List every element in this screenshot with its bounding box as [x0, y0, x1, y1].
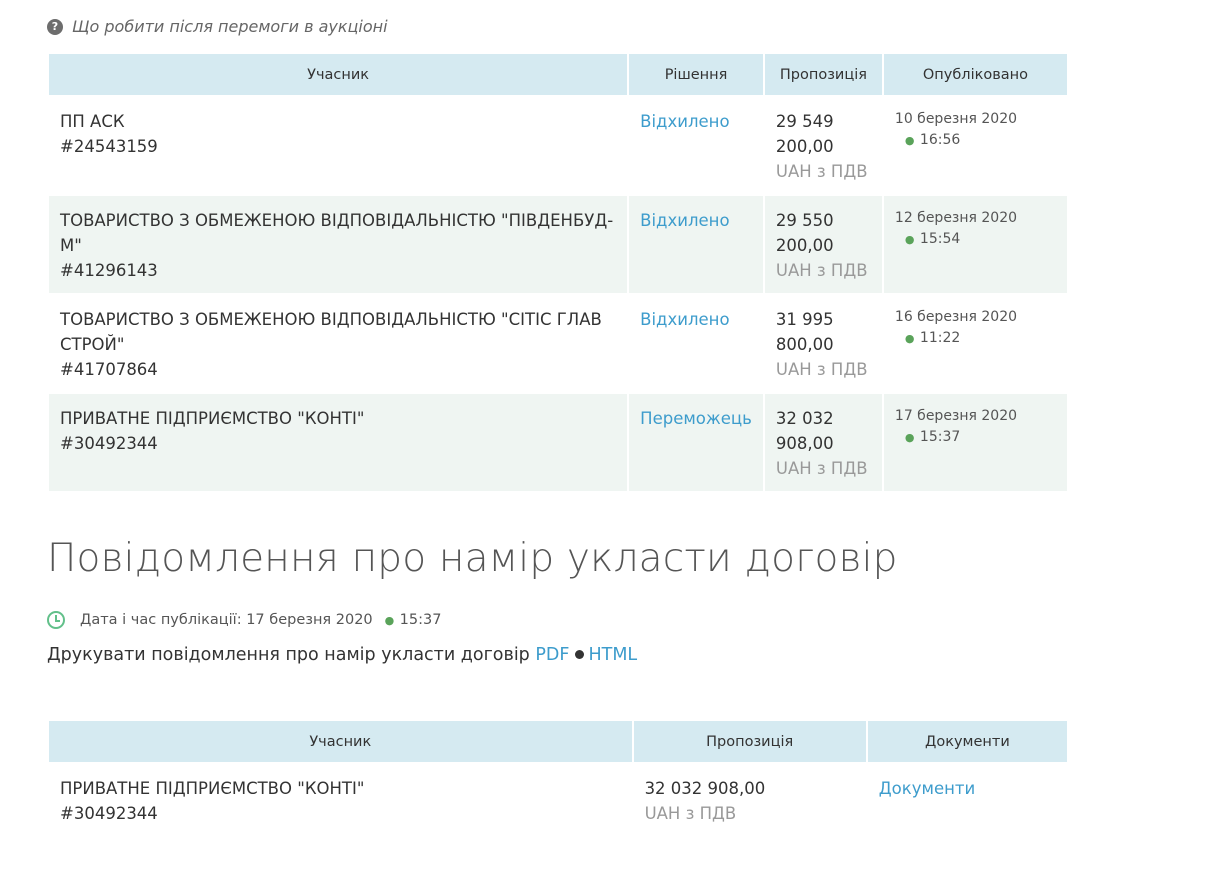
participant-id: #30492344 — [60, 804, 158, 823]
published-date: 17 березня 2020 — [894, 408, 1018, 424]
print-notice-line: Друкувати повідомлення про намір укласти… — [47, 645, 637, 665]
published-date: 10 березня 2020 — [894, 111, 1018, 127]
published-time: 15:37 — [919, 429, 961, 445]
clock-icon — [47, 611, 65, 629]
col-header-participant: Учасник — [49, 721, 632, 762]
offer-currency: UAH з ПДВ — [775, 360, 868, 379]
offer-currency: UAH з ПДВ — [775, 162, 868, 181]
contract-table: Учасник Пропозиція Документи ПРИВАТНЕ ПІ… — [47, 719, 1069, 838]
offer-amount: 32 032 908,00 — [644, 779, 766, 798]
question-circle-icon: ? — [47, 18, 63, 35]
bids-header-row: Учасник Рішення Пропозиція Опубліковано — [49, 54, 1067, 95]
table-row: ТОВАРИСТВО З ОБМЕЖЕНОЮ ВІДПОВІДАЛЬНІСТЮ … — [49, 196, 1067, 293]
html-link[interactable]: HTML — [588, 645, 637, 665]
separator-dot-icon — [575, 649, 585, 659]
participant-id: #41296143 — [60, 261, 158, 280]
published-time: 15:54 — [919, 231, 961, 247]
offer-currency: UAH з ПДВ — [775, 459, 868, 478]
table-row: ТОВАРИСТВО З ОБМЕЖЕНОЮ ВІДПОВІДАЛЬНІСТЮ … — [49, 295, 1067, 392]
col-header-decision: Рішення — [629, 54, 763, 95]
offer-amount-1: 31 995 — [775, 310, 834, 329]
published-time: 11:22 — [919, 330, 961, 346]
participant-name: ТОВАРИСТВО З ОБМЕЖЕНОЮ ВІДПОВІДАЛЬНІСТЮ … — [60, 310, 602, 354]
participant-name: ПРИВАТНЕ ПІДПРИЄМСТВО "КОНТІ" — [60, 409, 365, 428]
col-header-published: Опубліковано — [883, 54, 1067, 95]
table-row: ПРИВАТНЕ ПІДПРИЄМСТВО "КОНТІ" #30492344 3… — [49, 764, 1067, 836]
offer-currency: UAH з ПДВ — [644, 804, 737, 823]
publication-date: Дата і час публікації: 17 березня 2020 ●… — [47, 611, 441, 629]
publication-time: 15:37 — [399, 612, 442, 628]
offer-amount-1: 32 032 — [775, 409, 834, 428]
offer-amount-2: 200,00 — [775, 236, 834, 255]
participant-id: #41707864 — [60, 360, 158, 379]
participant-id: #24543159 — [60, 137, 158, 156]
offer-amount-2: 800,00 — [775, 335, 834, 354]
contract-header-row: Учасник Пропозиція Документи — [49, 721, 1067, 762]
offer-amount-1: 29 550 — [775, 211, 834, 230]
decision-link[interactable]: Відхилено — [640, 310, 729, 329]
decision-link[interactable]: Переможець — [640, 409, 752, 428]
participant-cell: ПП АСК #24543159 — [49, 97, 627, 194]
table-row: ПП АСК #24543159 Відхилено 29 549 200,00 UA… — [49, 97, 1067, 194]
bullet-icon: ● — [904, 431, 915, 444]
bullet-icon: ● — [904, 134, 915, 147]
decision-link[interactable]: Відхилено — [640, 112, 729, 131]
published-time: 16:56 — [919, 132, 961, 148]
bullet-icon: ● — [904, 233, 915, 246]
table-row: ПРИВАТНЕ ПІДПРИЄМСТВО "КОНТІ" #30492344 П… — [49, 394, 1067, 491]
offer-amount-2: 200,00 — [775, 137, 834, 156]
help-link-text: Що робити після перемоги в аукціоні — [72, 17, 388, 36]
col-header-documents: Документи — [867, 721, 1067, 762]
participant-name: ТОВАРИСТВО З ОБМЕЖЕНОЮ ВІДПОВІДАЛЬНІСТЮ … — [60, 211, 614, 255]
offer-amount-1: 29 549 — [775, 112, 834, 131]
participant-name: ПРИВАТНЕ ПІДПРИЄМСТВО "КОНТІ" — [60, 779, 365, 798]
col-header-offer: Пропозиція — [764, 54, 882, 95]
bullet-icon: ● — [904, 332, 915, 345]
offer-amount-2: 908,00 — [775, 434, 834, 453]
publication-date-label: Дата і час публікації: 17 березня 2020 — [80, 612, 373, 628]
participant-id: #30492344 — [60, 434, 158, 453]
bids-table: Учасник Рішення Пропозиція Опубліковано … — [47, 52, 1069, 493]
published-date: 16 березня 2020 — [894, 309, 1018, 325]
offer-currency: UAH з ПДВ — [775, 261, 868, 280]
bullet-icon: ● — [384, 613, 395, 627]
pdf-link[interactable]: PDF — [535, 645, 569, 665]
documents-link[interactable]: Документи — [879, 779, 975, 798]
col-header-participant: Учасник — [49, 54, 628, 95]
participant-name: ПП АСК — [60, 112, 125, 131]
col-header-offer: Пропозиція — [633, 721, 866, 762]
print-notice-text: Друкувати повідомлення про намір укласти… — [47, 645, 530, 665]
section-title: Повідомлення про намір укласти договір — [47, 536, 898, 581]
decision-link[interactable]: Відхилено — [640, 211, 729, 230]
help-link[interactable]: ? Що робити після перемоги в аукціоні — [47, 17, 388, 36]
published-date: 12 березня 2020 — [894, 210, 1018, 226]
